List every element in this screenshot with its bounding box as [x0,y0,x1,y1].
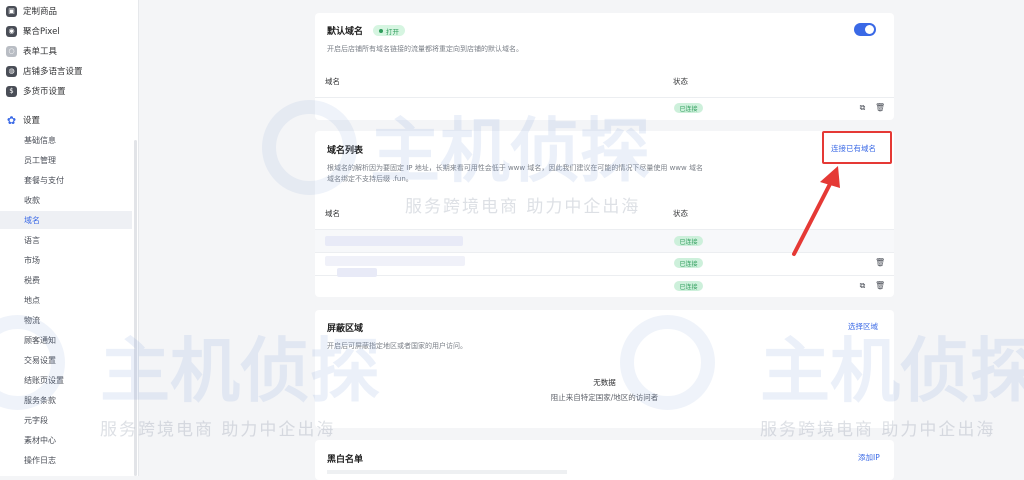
empty-title: 无数据 [593,378,616,387]
sidebar-item-label: 聚合Pixel [23,27,60,37]
toggle-knob [865,25,874,34]
sidebar-subitem[interactable]: 语言 [0,231,132,249]
status-badge: 已连接 [674,258,703,268]
sidebar-item-multilang[interactable]: ◍ 店铺多语言设置 [0,61,138,81]
sidebar-subitem[interactable]: 域名 [0,211,132,229]
sidebar-subitem[interactable]: 收款 [0,191,132,209]
globe-icon: ◍ [6,65,17,77]
default-domain-toggle[interactable] [854,23,876,36]
blocked-region-desc: 开启后可屏蔽指定地区或者国家的用户访问。 [327,342,467,350]
sidebar-item-custom-product[interactable]: ▣ 定制商品 [0,1,138,21]
blocked-region-title: 屏蔽区域 [327,324,364,334]
sidebar-item-pixel[interactable]: ◉ 聚合Pixel [0,21,138,41]
sidebar-subitem[interactable]: 元字段 [0,411,132,429]
blurred-domain [337,268,377,277]
default-domain-title: 默认域名 [327,27,364,37]
status-badge: 已连接 [674,281,703,291]
sidebar-item-currency[interactable]: $ 多货币设置 [0,81,138,101]
blocked-region-card: 屏蔽区域 选择区域 开启后可屏蔽指定地区或者国家的用户访问。 无数据 阻止来自特… [315,310,894,428]
trash-icon[interactable]: 🗑 [875,103,885,112]
sidebar-subitem[interactable]: 素材中心 [0,431,132,449]
copy-icon[interactable]: ⧉ [858,281,867,290]
sidebar-item-label: 定制商品 [23,7,58,17]
gear-icon: ✿ [6,113,17,127]
status-badge: 已连接 [674,103,703,113]
sidebar-subitem[interactable]: 市场 [0,251,132,269]
column-header-domain: 域名 [325,209,340,218]
blurred-domain [325,256,465,266]
pixel-icon: ◉ [6,25,17,37]
sidebar-item-label: 多货币设置 [23,87,66,97]
empty-desc: 阻止来自特定国家/地区的访问者 [550,393,659,402]
currency-icon: $ [6,85,17,97]
blacklist-desc-placeholder [327,470,567,474]
domain-list-desc-line1: 根域名的解析因为要固定 IP 地址，长期来看可用性会低于 www 域名，因此我们… [327,164,703,172]
trash-icon[interactable]: 🗑 [875,281,885,290]
status-dot-icon [379,28,383,33]
select-region-link[interactable]: 选择区域 [848,321,878,332]
sidebar-subitem[interactable]: 地点 [0,291,132,309]
trash-icon[interactable]: 🗑 [875,258,885,267]
watermark-logo-3 [620,315,715,410]
sidebar-item-label: 表单工具 [23,47,58,57]
default-domain-card: 默认域名 打开 开启后店铺所有域名链接的流量都将重定向到店铺的默认域名。 域名 … [315,13,894,120]
sidebar-subitem[interactable]: 税费 [0,271,132,289]
sidebar-subitem[interactable]: 基础信息 [0,131,132,149]
domain-list-desc: 根域名的解析因为要固定 IP 地址，长期来看可用性会低于 www 域名，因此我们… [327,163,797,185]
sidebar-subitem[interactable]: 套餐与支付 [0,171,132,189]
status-badge: 已连接 [674,236,703,246]
blacklist-card: 黑白名单 添加IP [315,440,894,480]
custom-product-icon: ▣ [6,5,17,17]
status-badge: 打开 [373,25,405,36]
add-ip-link[interactable]: 添加IP [858,452,880,463]
default-domain-desc: 开启后店铺所有域名链接的流量都将重定向到店铺的默认域名。 [327,45,523,53]
domain-list-desc-line2: 域名绑定不支持后缀 .fun。 [327,175,413,183]
sidebar-item-label: 店铺多语言设置 [23,67,83,77]
column-header-status: 状态 [673,209,688,218]
divider [315,97,894,98]
divider [315,275,894,276]
sidebar-subitem[interactable]: 员工管理 [0,151,132,169]
blacklist-title: 黑白名单 [327,455,364,465]
column-header-status: 状态 [673,77,688,86]
sidebar-subitem[interactable]: 操作日志 [0,451,132,469]
copy-icon[interactable]: ⧉ [858,103,867,112]
sidebar-item-settings[interactable]: ✿ 设置 [0,110,138,130]
sidebar-item-label: 设置 [23,116,41,126]
form-tool-icon: ○ [6,45,17,57]
blurred-domain [325,236,463,246]
annotation-arrow-icon [792,166,840,256]
sidebar-item-form-tool[interactable]: ○ 表单工具 [0,41,138,61]
sidebar-scrollbar[interactable] [134,140,137,476]
column-header-domain: 域名 [325,77,340,86]
status-badge-label: 打开 [386,27,399,36]
watermark-logo-1 [262,100,357,195]
